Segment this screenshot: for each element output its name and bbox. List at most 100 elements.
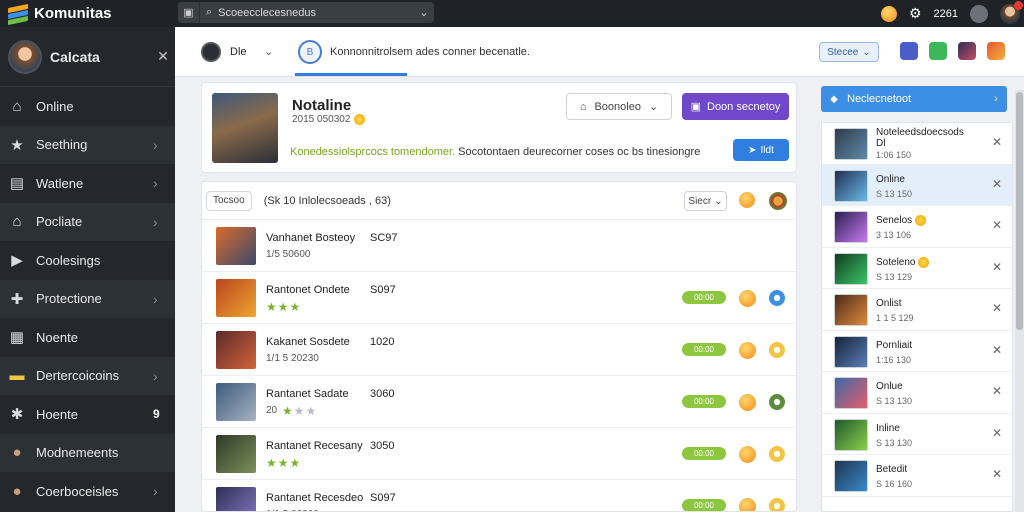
sidebar-item[interactable]: ● Modnemeents: [0, 433, 175, 472]
emoji-icon[interactable]: [739, 446, 756, 463]
status-icon[interactable]: [769, 342, 785, 358]
notification-item[interactable]: Pornliait 1:16 130 ✕: [822, 331, 1012, 372]
globe-icon[interactable]: [769, 192, 787, 210]
sort-dropdown[interactable]: Siecr ⌄: [684, 191, 727, 211]
status-badge: 00:00: [682, 395, 726, 408]
app-icon-chat[interactable]: [929, 42, 947, 60]
sidebar-item[interactable]: ▦ Noente: [0, 318, 175, 357]
notification-item[interactable]: Betedit S 16 160 ✕: [822, 455, 1012, 497]
item-rating: ★★★: [266, 300, 302, 314]
sidebar-item[interactable]: ⌂ Pocliate ›: [0, 202, 175, 241]
profile-avatar[interactable]: [1000, 0, 1023, 24]
tab-active[interactable]: Konnonnitrolsem ades conner becenatle.: [330, 46, 530, 58]
app-icon-blue[interactable]: [900, 42, 918, 60]
notification-item[interactable]: Noteleedsdoecsods Dl 1:06 150 ✕: [822, 123, 1012, 165]
sidebar-item[interactable]: ▬ Dertercoicoins ›: [0, 356, 175, 395]
status-badge: 00:00: [682, 291, 726, 304]
star-emoji-icon: [918, 256, 930, 268]
notification-meta: 1:06 150: [876, 150, 912, 160]
featured-description: Konedessiolsprcocs tomendomer. Socotonta…: [290, 146, 700, 158]
search-bar[interactable]: ▣ ⌕ Scoeecclecesnedus ⌄: [178, 2, 434, 23]
sidebar-profile: Calcata ✕: [0, 27, 175, 87]
close-icon[interactable]: ✕: [992, 384, 1002, 398]
emoji-icon[interactable]: [739, 290, 756, 307]
notifications-header[interactable]: ◆ Neclecnetoot ›: [821, 86, 1007, 112]
status-icon[interactable]: [769, 498, 785, 511]
status-icon[interactable]: [769, 446, 785, 462]
list-item[interactable]: Rantanet Recesany 3050 ★★★ 00:00: [202, 428, 796, 480]
primary-button[interactable]: ▣ Doon secnetoy: [682, 93, 789, 120]
bag-icon[interactable]: ▣: [178, 2, 200, 23]
list-header: Tocsoo (Sk 10 Inlolecsoeads , 63) Siecr ⌄: [202, 182, 796, 220]
item-value: S097: [370, 492, 396, 504]
app-icon-game[interactable]: [958, 42, 976, 60]
sort-dropdown-label: Siecr: [688, 195, 712, 207]
close-icon[interactable]: ✕: [992, 426, 1002, 440]
status-icon[interactable]: [769, 290, 785, 306]
user-avatar-icon[interactable]: [970, 4, 988, 23]
list-item[interactable]: Vanhanet Bosteoy SC97 1/5 50600: [202, 220, 796, 272]
close-icon[interactable]: ✕: [992, 343, 1002, 357]
top-bar: Komunitas ▣ ⌕ Scoeecclecesnedus ⌄ ⚙ 2261: [0, 0, 1024, 27]
close-icon[interactable]: ✕: [992, 177, 1002, 191]
app-icon-shield[interactable]: [987, 42, 1005, 60]
emoji-icon[interactable]: [739, 394, 756, 411]
close-icon[interactable]: ✕: [151, 48, 175, 65]
chevron-down-icon[interactable]: ⌄: [264, 45, 273, 58]
item-thumbnail[interactable]: [216, 331, 256, 369]
item-thumbnail[interactable]: [216, 435, 256, 473]
item-title: Rantonet Ondete: [266, 284, 350, 296]
notification-meta: 1 1 5 129: [876, 313, 914, 323]
item-value: S097: [370, 284, 396, 296]
notification-meta: 3 13 106: [876, 230, 912, 240]
close-icon[interactable]: ✕: [992, 467, 1002, 481]
list-item[interactable]: Kakanet Sosdete 1020 1/1 5 20230 00:00: [202, 324, 796, 376]
notification-item[interactable]: Online S 13 150 ✕: [822, 164, 1012, 206]
notification-name: Onlue: [876, 381, 903, 392]
edit-button[interactable]: ➤ Ildt: [733, 139, 789, 161]
notification-item[interactable]: Senelos 3 13 106 ✕: [822, 206, 1012, 248]
notification-item[interactable]: Inline S 13 130 ✕: [822, 414, 1012, 455]
list-item[interactable]: Rantanet RecesdeoS0971/1 5 8030000:00: [202, 480, 796, 511]
sidebar-item[interactable]: ⌂ Online: [0, 87, 175, 126]
chevron-down-icon[interactable]: ⌄: [414, 6, 434, 19]
notification-item[interactable]: Soteleno S 13 129 ✕: [822, 248, 1012, 289]
sort-select-label: Stecee: [827, 46, 859, 58]
item-thumbnail[interactable]: [216, 487, 256, 511]
close-icon[interactable]: ✕: [992, 260, 1002, 274]
item-thumbnail[interactable]: [216, 279, 256, 317]
sidebar-item[interactable]: ★ Seething ›: [0, 125, 175, 164]
emoji-icon[interactable]: [739, 498, 756, 511]
notification-name: Inline: [876, 423, 900, 434]
sidebar-item[interactable]: ▶ Coolesings: [0, 241, 175, 280]
app-logo[interactable]: Komunitas: [0, 3, 175, 25]
notification-item[interactable]: Onlue S 13 130 ✕: [822, 372, 1012, 414]
sidebar-item[interactable]: ▤ Watlene ›: [0, 164, 175, 203]
item-title: Rantanet Sadate: [266, 388, 349, 400]
list-item[interactable]: Rantanet Sadate 3060 ★★★ 20 00:00: [202, 376, 796, 428]
item-thumbnail[interactable]: [216, 227, 256, 265]
emoji-icon[interactable]: [739, 192, 755, 208]
secondary-button[interactable]: ⌂ Boonoleo ⌄: [566, 93, 672, 120]
sort-select[interactable]: Stecee ⌄: [819, 42, 879, 62]
item-thumbnail[interactable]: [216, 383, 256, 421]
scrollbar-thumb[interactable]: [1016, 92, 1023, 330]
emoji-icon[interactable]: [880, 5, 897, 22]
sidebar-item[interactable]: ✚ Protectione ›: [0, 279, 175, 318]
filter-pill[interactable]: Tocsoo: [206, 190, 252, 211]
status-icon[interactable]: [769, 394, 785, 410]
featured-thumbnail[interactable]: [212, 93, 278, 163]
list-item[interactable]: Rantonet Ondete S097 ★★★ 00:00: [202, 272, 796, 324]
sidebar-item[interactable]: ● Coerboceisles ›: [0, 472, 175, 511]
account-label[interactable]: Dle: [230, 46, 247, 58]
notification-item[interactable]: Onlist 1 1 5 129 ✕: [822, 289, 1012, 331]
close-icon[interactable]: ✕: [992, 301, 1002, 315]
emoji-icon[interactable]: [739, 342, 756, 359]
avatar[interactable]: [8, 39, 42, 74]
close-icon[interactable]: ✕: [992, 218, 1002, 232]
close-icon[interactable]: ✕: [992, 135, 1002, 149]
gear-icon[interactable]: ⚙: [909, 5, 922, 22]
sidebar-item[interactable]: ✱ Hoente 9: [0, 395, 175, 434]
account-avatar[interactable]: [201, 42, 221, 62]
tab-icon[interactable]: B: [298, 40, 322, 64]
